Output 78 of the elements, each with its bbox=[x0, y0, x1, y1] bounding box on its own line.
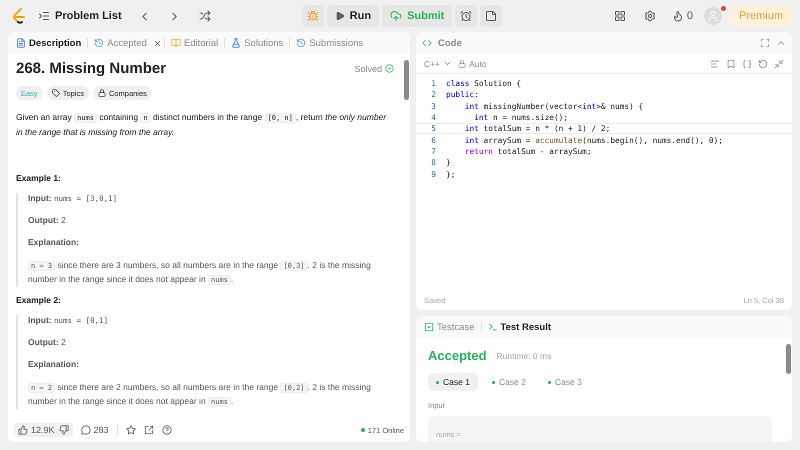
notes-button[interactable] bbox=[480, 5, 502, 27]
solved-status: Solved bbox=[354, 64, 382, 74]
example-result-text: Output: 2 bbox=[28, 215, 66, 225]
like-button[interactable]: 12.9K bbox=[18, 425, 55, 435]
panel-tab[interactable]: Test Result bbox=[484, 322, 556, 332]
example-title: Example 1: bbox=[16, 173, 62, 183]
document-icon bbox=[16, 38, 26, 48]
status-dot bbox=[436, 380, 439, 384]
book-icon bbox=[170, 38, 181, 48]
tag-icon bbox=[52, 89, 60, 97]
problem-title: 268. Missing Number bbox=[16, 60, 166, 77]
code-title: Code bbox=[438, 38, 462, 48]
flask-icon bbox=[231, 38, 242, 48]
play-icon bbox=[334, 11, 345, 21]
chevron-down-icon bbox=[443, 59, 452, 68]
alarm-clock-icon bbox=[460, 10, 472, 22]
note-icon bbox=[485, 10, 498, 22]
braces-icon[interactable] bbox=[742, 58, 752, 68]
format-icon[interactable] bbox=[710, 58, 720, 68]
speech-bubble-icon bbox=[80, 425, 91, 435]
scrollbar-thumb[interactable] bbox=[404, 60, 408, 100]
logo-icon[interactable] bbox=[12, 8, 26, 24]
shuffle-icon bbox=[198, 10, 211, 22]
share-icon[interactable] bbox=[144, 425, 154, 435]
panel-tab[interactable]: Description bbox=[12, 38, 86, 48]
case-tab[interactable]: Case 1 bbox=[428, 373, 478, 391]
settings-icon bbox=[644, 10, 656, 22]
online-dot bbox=[360, 428, 365, 432]
runtime-text: Runtime: 0 ms bbox=[496, 350, 552, 360]
history-icon bbox=[94, 38, 104, 48]
user-silhouette-icon bbox=[707, 10, 719, 22]
help-icon[interactable] bbox=[162, 425, 172, 435]
terminal-icon bbox=[488, 322, 498, 332]
verdict-text: Accepted bbox=[428, 348, 487, 363]
lock-icon bbox=[458, 60, 466, 68]
close-icon[interactable] bbox=[152, 38, 162, 48]
checkbox-icon bbox=[424, 322, 434, 332]
panel-tab[interactable]: Solutions bbox=[227, 38, 288, 48]
explanation-heading: Explanation: bbox=[28, 237, 80, 247]
code-brackets-icon bbox=[422, 38, 432, 48]
status-dot bbox=[548, 380, 551, 384]
reset-icon[interactable] bbox=[758, 58, 768, 68]
debug-button[interactable] bbox=[302, 5, 324, 27]
run-button[interactable]: Run bbox=[326, 5, 380, 27]
thumbs-up-icon bbox=[18, 425, 28, 435]
minimize-icon[interactable] bbox=[774, 58, 784, 68]
panel-tab[interactable]: Accepted bbox=[90, 38, 151, 48]
problem-list-link[interactable]: Problem List bbox=[34, 10, 126, 22]
maximize-icon[interactable] bbox=[760, 38, 770, 48]
thumbs-down-icon[interactable] bbox=[58, 425, 69, 435]
status-dot bbox=[492, 380, 495, 384]
star-icon[interactable] bbox=[126, 425, 136, 435]
timer-button[interactable] bbox=[455, 5, 478, 27]
bookmark-icon[interactable] bbox=[726, 58, 736, 68]
example-result-text: Output: 2 bbox=[28, 337, 66, 347]
check-circle-icon bbox=[385, 64, 394, 73]
panel-tab[interactable]: Testcase bbox=[420, 322, 478, 332]
panel-tab[interactable]: Submissions bbox=[292, 38, 368, 48]
cloud-upload-icon bbox=[390, 10, 402, 22]
panel-tab[interactable]: Editorial bbox=[166, 38, 222, 48]
streak-button[interactable]: 0 bbox=[668, 5, 696, 27]
list-icon bbox=[38, 10, 50, 22]
bug-icon bbox=[306, 10, 319, 22]
explanation-heading: Explanation: bbox=[28, 359, 80, 369]
history-icon bbox=[296, 38, 306, 48]
auto-mode-button[interactable]: Auto bbox=[458, 58, 487, 68]
example-title: Example 2: bbox=[16, 295, 62, 305]
language-select[interactable]: C++ bbox=[424, 58, 452, 68]
notification-dot bbox=[721, 6, 726, 11]
grid-icon bbox=[614, 10, 626, 22]
case-tab[interactable]: Case 3 bbox=[540, 373, 590, 391]
flame-icon bbox=[672, 10, 684, 22]
submit-button[interactable]: Submit bbox=[382, 5, 452, 27]
scrollbar-thumb[interactable] bbox=[786, 344, 790, 374]
premium-button[interactable]: Premium bbox=[730, 5, 792, 27]
lock-icon bbox=[98, 89, 106, 97]
comments-button[interactable]: 283 bbox=[80, 425, 109, 435]
case-tab[interactable]: Case 2 bbox=[484, 373, 534, 391]
